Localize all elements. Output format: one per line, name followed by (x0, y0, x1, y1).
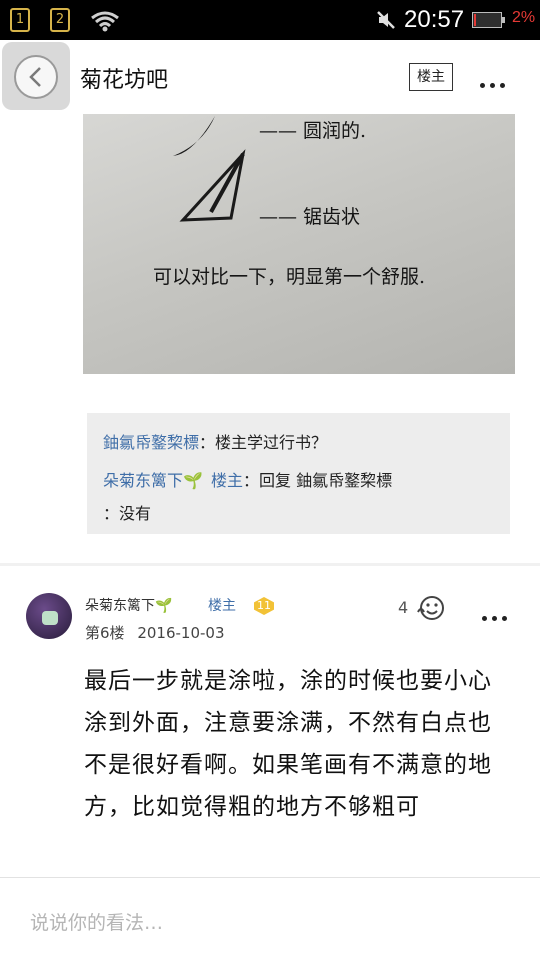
sub-comments[interactable]: 鈾氱帋鐜棃標：楼主学过行书？ 朵菊东篱下🌱 楼主：回复 鈾氱帋鐜棃標 ：没有 (87, 413, 510, 534)
floor-meta: 第6楼 2016-10-03 (85, 622, 225, 643)
avatar[interactable] (26, 593, 72, 639)
more-dots-icon[interactable] (480, 73, 510, 92)
reply-to-user[interactable]: 鈾氱帋鐜棃標 (296, 471, 392, 490)
battery-percent: 2% (512, 9, 536, 26)
mute-icon (377, 11, 395, 29)
level-badge: 11 (254, 597, 274, 615)
sprout-icon: 🌱 (155, 598, 173, 614)
divider (0, 563, 540, 566)
sub-comment: 朵菊东篱下🌱 楼主：回复 鈾氱帋鐜棃標 (103, 467, 392, 491)
back-button[interactable] (2, 42, 70, 110)
like-count: 4 (398, 598, 409, 617)
clock: 20:57 (404, 6, 465, 33)
image-text-line: —— 锯齿状 (259, 206, 361, 228)
sub-comment-text: ：楼主学过行书？ (199, 433, 328, 452)
top-bar: 菊花坊吧 楼主 (0, 40, 540, 114)
wifi-icon (91, 11, 119, 32)
author-name[interactable]: 朵菊东篱下🌱 (85, 595, 172, 615)
op-tag: 楼主 (208, 598, 236, 614)
comment-input[interactable]: 说说你的看法… (30, 908, 163, 935)
sub-comment-text: ：没有 (103, 504, 152, 523)
post-date: 2016-10-03 (137, 624, 225, 642)
back-arrow-icon (14, 55, 58, 99)
sim1-icon: 1 (10, 8, 30, 32)
image-text-line: 可以对比一下，明显第一个舒服. (153, 266, 426, 288)
post-body: 最后一步就是涂啦，涂的时候也要小心涂到外面，注意要涂满，不然有白点也不是很好看啊… (84, 668, 492, 820)
status-bar: 1 2 20:57 2% (0, 0, 540, 40)
op-tag: 楼主 (210, 471, 243, 490)
like-face-icon[interactable] (415, 594, 447, 622)
floor-number: 第6楼 (85, 624, 125, 642)
sub-comment-author[interactable]: 朵菊东篱下 (103, 471, 183, 490)
reply-prefix: ：回复 (242, 471, 291, 490)
forum-title[interactable]: 菊花坊吧 (80, 62, 168, 94)
brush-stroke-illustration (173, 116, 246, 222)
battery-icon (472, 12, 505, 28)
sim2-icon: 2 (50, 8, 70, 32)
only-op-button[interactable]: 楼主 (409, 63, 453, 91)
image-text-line: —— 圆润的. (259, 120, 367, 142)
comment-input-bar[interactable]: 说说你的看法… (0, 877, 540, 960)
more-dots-icon[interactable] (482, 606, 512, 625)
post-image[interactable]: —— 圆润的. —— 锯齿状 可以对比一下，明显第一个舒服. (83, 114, 515, 374)
sub-comment: 鈾氱帋鐜棃標：楼主学过行书？ (103, 429, 327, 453)
sprout-icon: 🌱 (183, 471, 203, 490)
sub-comment-author[interactable]: 鈾氱帋鐜棃標 (103, 433, 199, 452)
